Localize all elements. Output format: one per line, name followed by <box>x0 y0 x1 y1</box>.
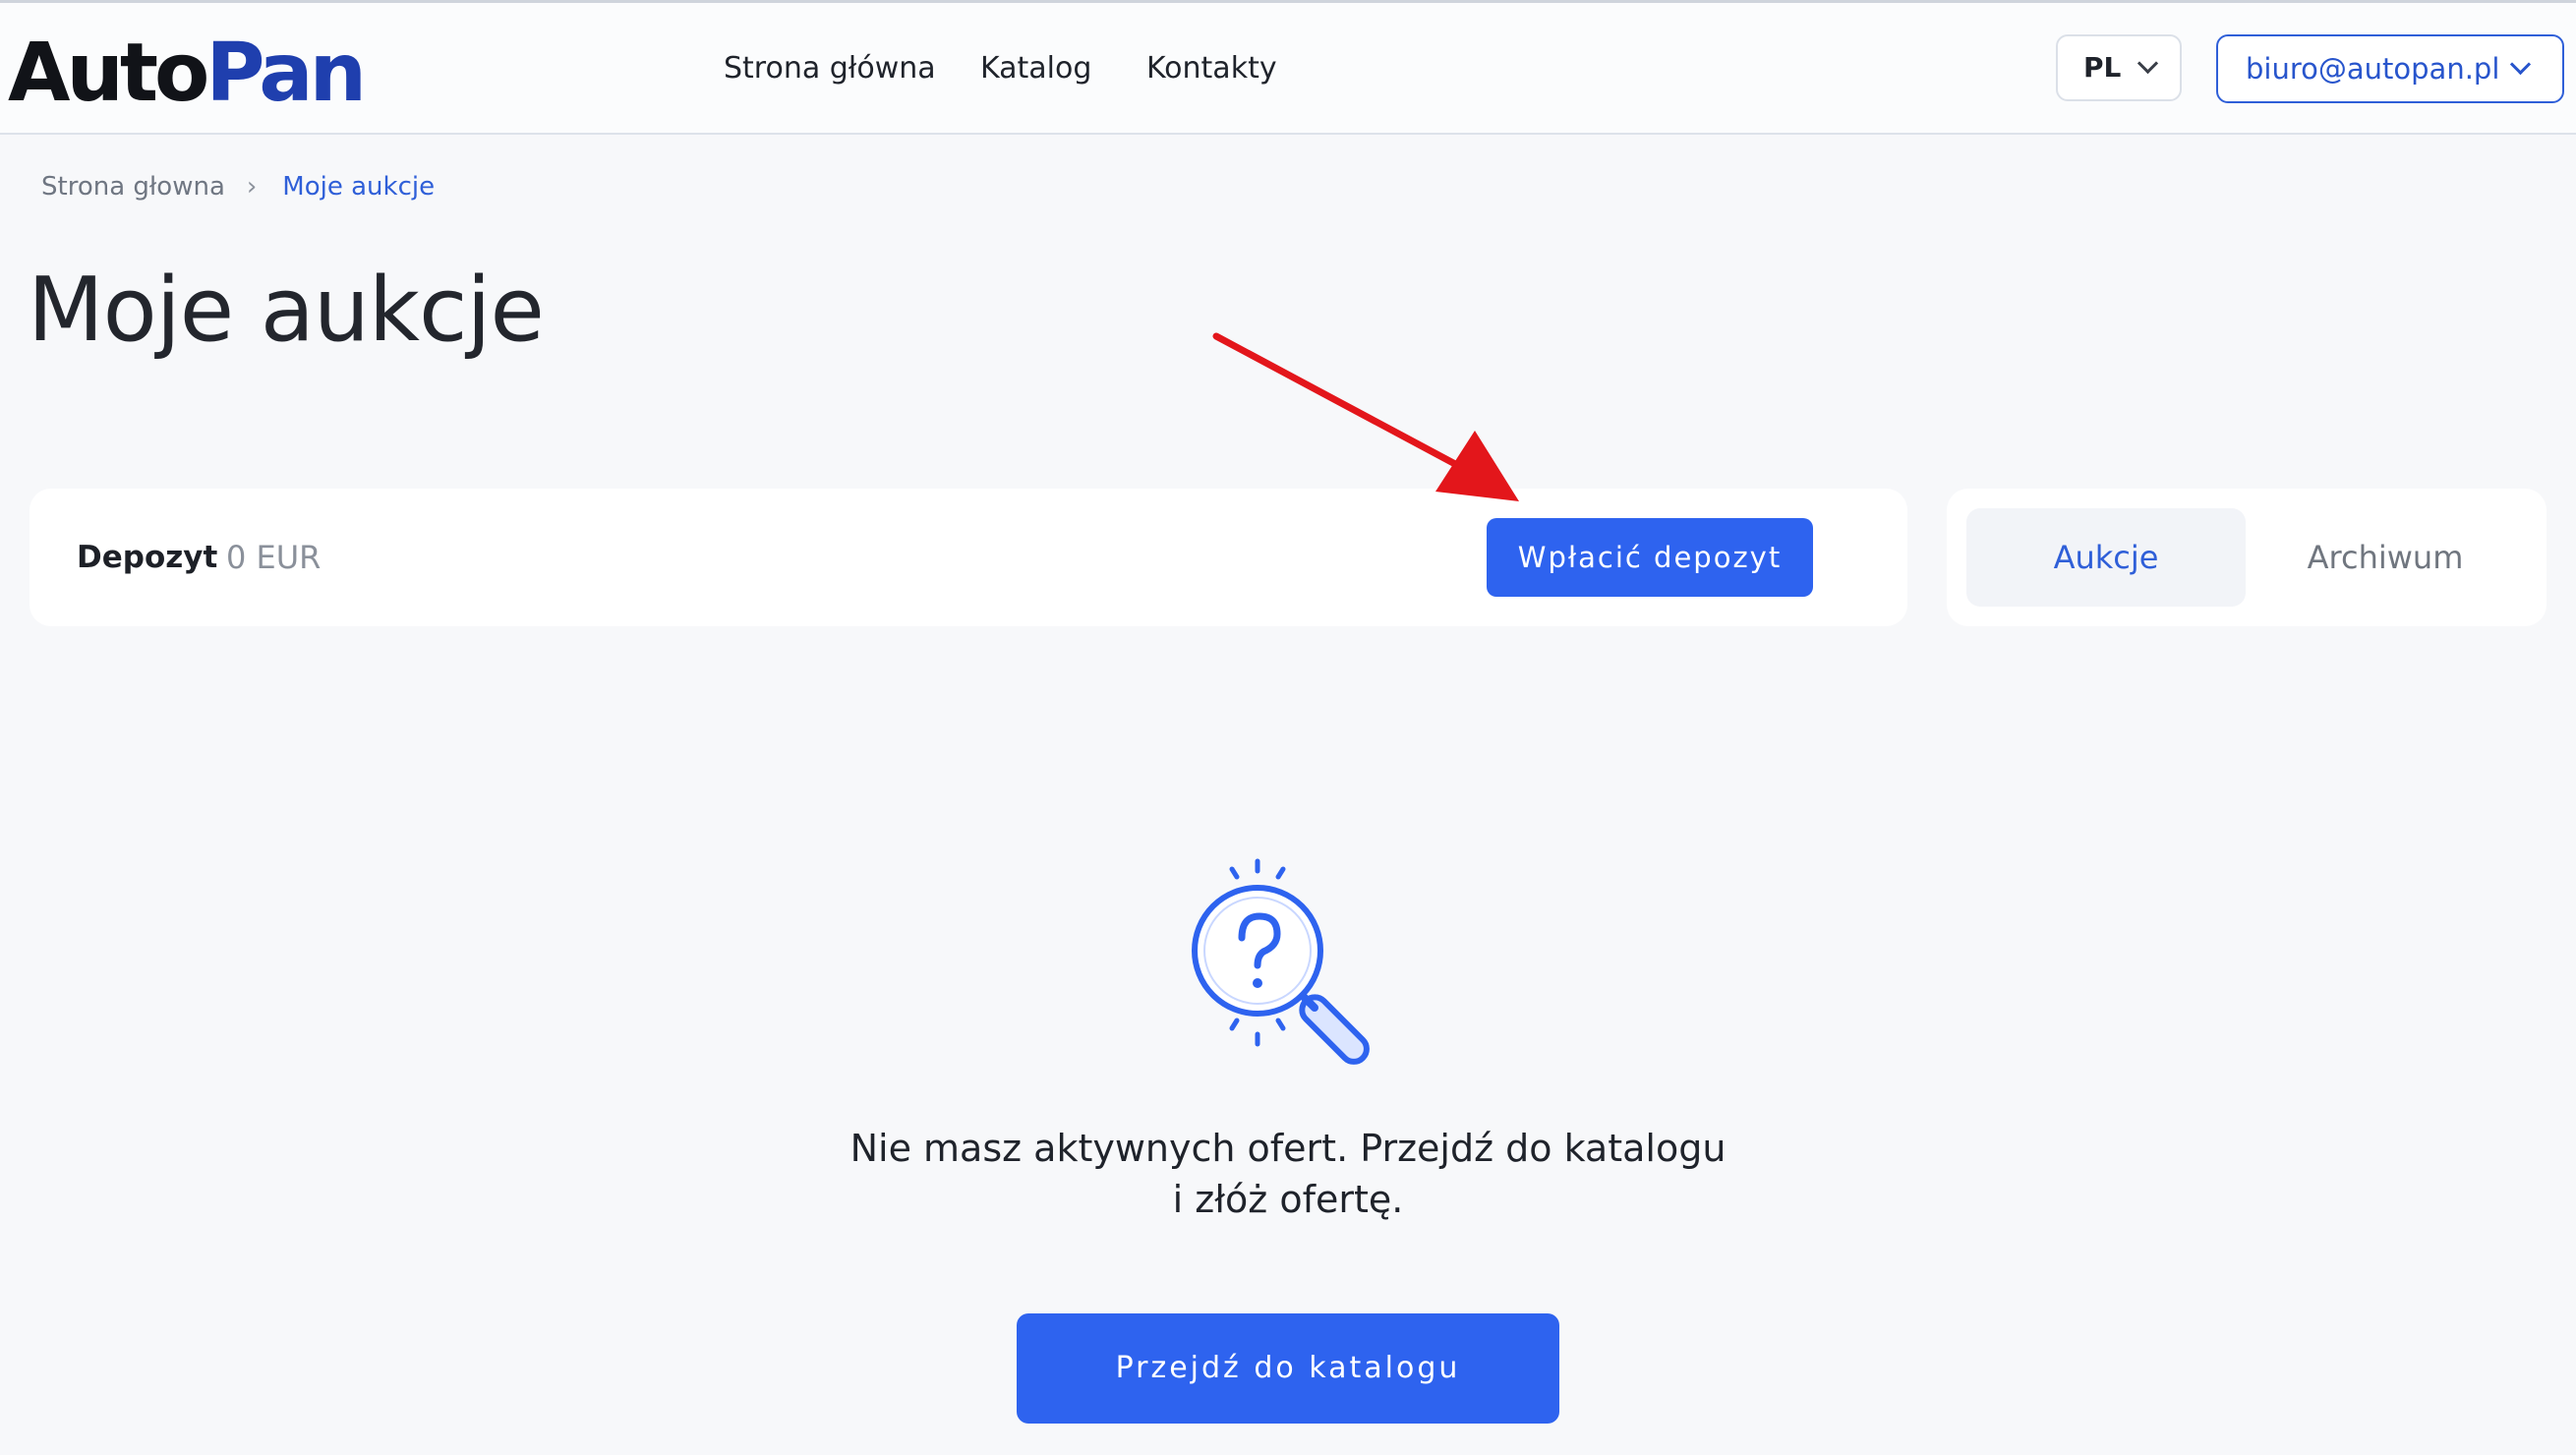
breadcrumb-separator-icon: › <box>246 172 258 202</box>
nav-link-catalog[interactable]: Katalog <box>980 42 1091 95</box>
magnifier-question-icon <box>1192 858 1370 1065</box>
site-header: AutoPan Strona główna Katalog Kontakty P… <box>0 3 2576 135</box>
deposit-card: Depozyt 0 EUR Wpłacić depozyt <box>29 489 1907 626</box>
language-label: PL <box>2083 51 2122 84</box>
tab-auctions[interactable]: Aukcje <box>1966 508 2246 607</box>
nav-link-home[interactable]: Strona główna <box>724 42 936 95</box>
logo-text-auto: Auto <box>8 27 209 120</box>
breadcrumb: Strona głowna › Moje aukcje <box>41 165 435 208</box>
account-menu-button[interactable]: biuro@autopan.pl <box>2216 34 2564 103</box>
auction-tabs: Aukcje Archiwum <box>1947 489 2547 626</box>
deposit-button[interactable]: Wpłacić depozyt <box>1487 518 1813 597</box>
deposit-label: Depozyt <box>77 540 218 575</box>
logo-text-pan: Pan <box>205 27 367 120</box>
tab-archive[interactable]: Archiwum <box>2246 508 2525 607</box>
deposit-amount: 0 EUR <box>226 539 322 576</box>
go-to-catalog-button[interactable]: Przejdź do katalogu <box>1017 1313 1559 1424</box>
logo[interactable]: AutoPan <box>8 25 367 123</box>
account-email: biuro@autopan.pl <box>2246 52 2500 86</box>
empty-state-message: Nie masz aktywnych ofert. Przejdź do kat… <box>849 1127 1727 1221</box>
annotation-arrow-icon <box>1212 332 1519 501</box>
chevron-down-icon <box>2509 53 2532 76</box>
page-title: Moje aukcje <box>28 259 545 362</box>
breadcrumb-home-link[interactable]: Strona głowna <box>41 172 225 202</box>
chevron-down-icon <box>2137 52 2159 75</box>
nav-link-contacts[interactable]: Kontakty <box>1146 42 1277 95</box>
breadcrumb-current: Moje aukcje <box>282 172 436 202</box>
language-selector[interactable]: PL <box>2056 34 2182 101</box>
